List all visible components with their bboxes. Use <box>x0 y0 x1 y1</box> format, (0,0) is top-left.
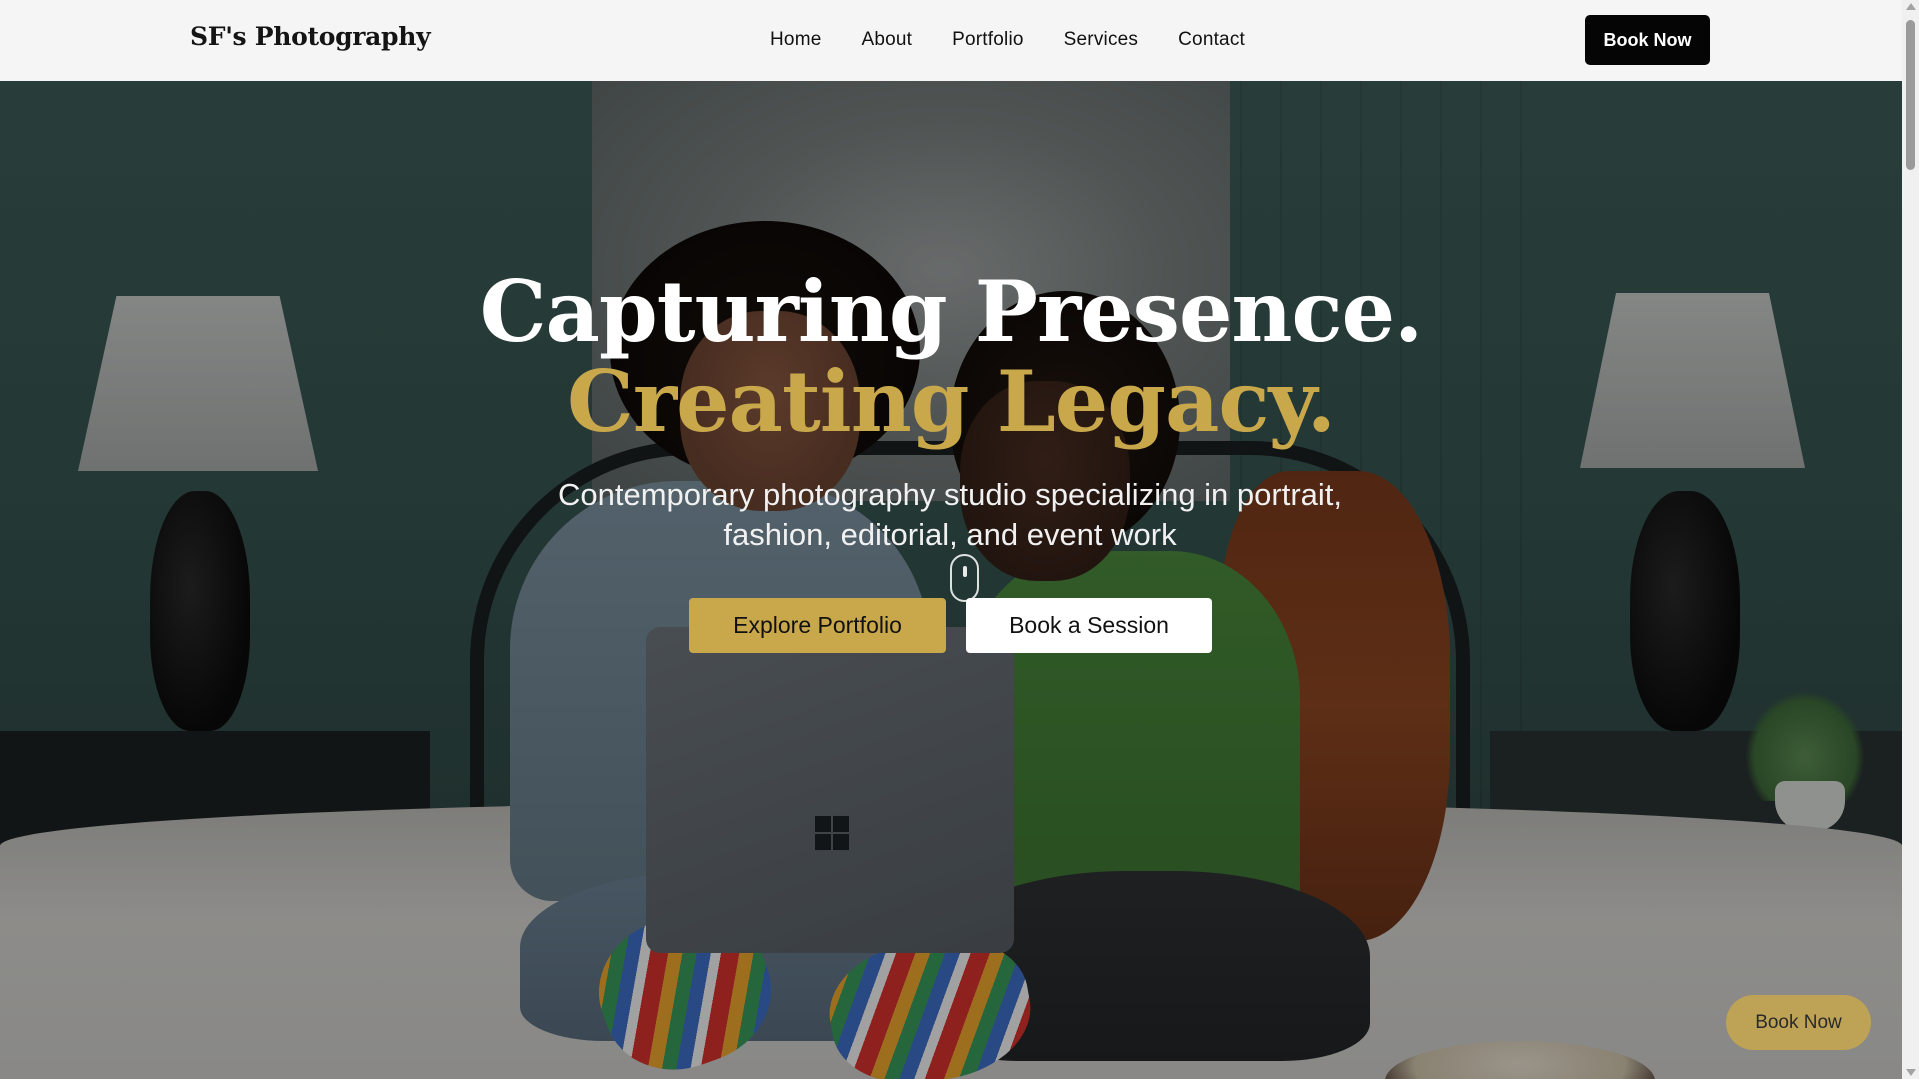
hero-title-line2: Creating Legacy. <box>567 352 1336 451</box>
mouse-scroll-icon[interactable] <box>950 554 979 602</box>
nav-contact[interactable]: Contact <box>1178 29 1245 51</box>
nav-about[interactable]: About <box>861 29 912 51</box>
site-header: SF's Photography Home About Portfolio Se… <box>0 0 1902 81</box>
nav-home[interactable]: Home <box>770 29 821 51</box>
main-nav: Home About Portfolio Services Contact <box>770 29 1285 51</box>
scroll-up-arrow-icon[interactable] <box>1906 3 1916 10</box>
page-scrollbar[interactable] <box>1902 0 1919 1079</box>
hero-subtitle: Contemporary photography studio speciali… <box>557 477 1343 552</box>
header-book-now-button[interactable]: Book Now <box>1585 15 1710 65</box>
mouse-wheel-icon <box>963 566 967 577</box>
book-session-button[interactable]: Book a Session <box>966 598 1212 653</box>
page-viewport: SF's Photography Home About Portfolio Se… <box>0 0 1902 1079</box>
scroll-down-arrow-icon[interactable] <box>1906 1069 1916 1076</box>
scrollbar-thumb[interactable] <box>1906 20 1915 170</box>
brand-logo[interactable]: SF's Photography <box>190 22 431 51</box>
floating-book-now-button[interactable]: Book Now <box>1726 995 1871 1050</box>
nav-services[interactable]: Services <box>1064 29 1138 51</box>
nav-portfolio[interactable]: Portfolio <box>952 29 1024 51</box>
hero-title-line1: Capturing Presence. <box>479 262 1424 361</box>
explore-portfolio-button[interactable]: Explore Portfolio <box>689 598 946 653</box>
